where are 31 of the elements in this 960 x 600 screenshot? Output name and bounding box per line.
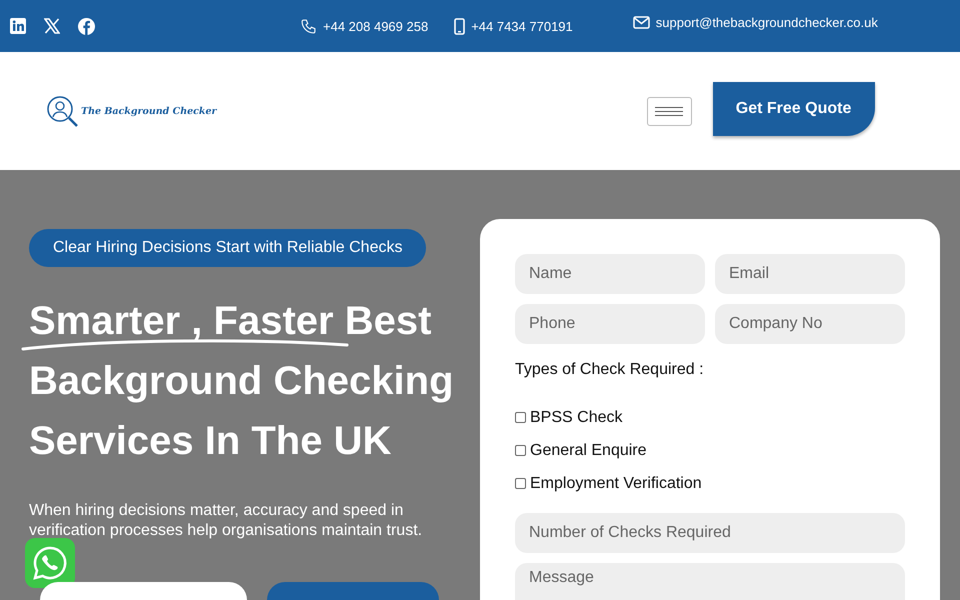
checkbox-label[interactable]: General Enquire — [530, 442, 647, 460]
tagline-badge: Clear Hiring Decisions Start with Reliable Checks — [29, 229, 426, 267]
text-field[interactable]: Company No — [715, 304, 905, 344]
checkbox[interactable] — [515, 445, 526, 456]
checkbox[interactable] — [515, 412, 526, 423]
hero-description: When hiring decisions matter, accuracy and speed in verification processes help organisations maintain trust. — [29, 501, 424, 541]
envelope-icon — [632, 16, 650, 29]
x-logo-icon[interactable] — [44, 18, 60, 34]
quote-button[interactable]: Get Free Quote — [712, 82, 875, 136]
menu-button[interactable] — [646, 96, 692, 126]
phone-number[interactable]: +44 208 4969 258 — [323, 18, 428, 34]
text-field[interactable]: Email — [715, 254, 905, 294]
secondary-button[interactable] — [40, 582, 247, 600]
text-field[interactable]: Name — [515, 254, 705, 294]
checks-count-field[interactable]: Number of Checks Required — [515, 513, 905, 553]
linkedin-icon[interactable] — [10, 18, 26, 34]
email-address[interactable]: support@thebackgroundchecker.co.uk — [656, 15, 878, 30]
mobile-number[interactable]: +44 7434 770191 — [471, 18, 573, 34]
mobile-phone-icon — [454, 18, 466, 34]
whatsapp-icon[interactable] — [25, 538, 75, 588]
phone-icon — [300, 18, 317, 34]
text-field[interactable]: Phone — [515, 304, 705, 344]
checks-label: Types of Check Required : — [515, 361, 705, 379]
logo-text[interactable]: The Background Checker — [81, 106, 217, 116]
magnifier-person-icon — [46, 94, 79, 128]
checkbox-label[interactable]: Employment Verification — [530, 474, 702, 492]
checkbox[interactable] — [515, 478, 526, 489]
checkbox-label[interactable]: BPSS Check — [530, 408, 622, 426]
message-field[interactable]: Message — [515, 563, 905, 600]
facebook-icon[interactable] — [78, 18, 95, 34]
hero-heading: Smarter , Faster Best Background Checking Services In The UK — [29, 291, 469, 471]
